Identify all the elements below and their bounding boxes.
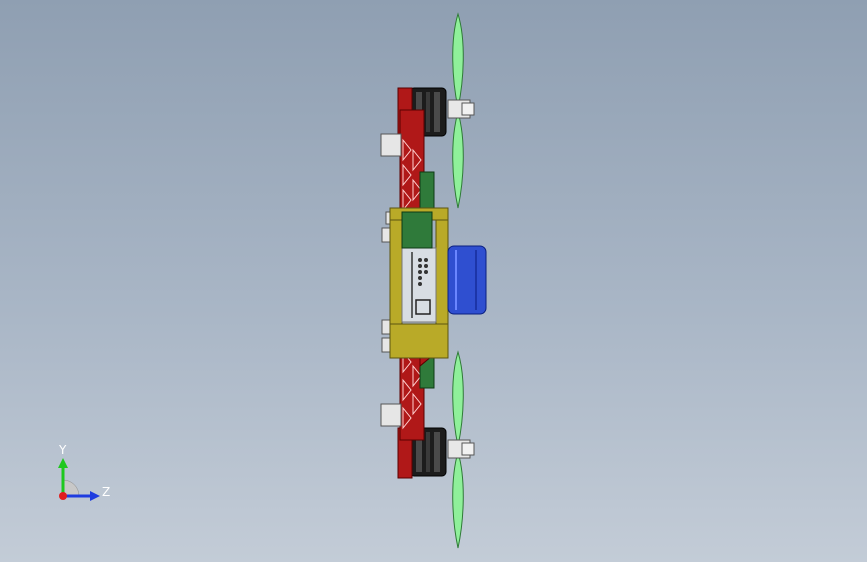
graphics-viewport[interactable]: Y Z xyxy=(0,0,867,562)
orientation-triad[interactable]: Y Z xyxy=(50,440,120,510)
lower-propeller[interactable] xyxy=(447,350,475,549)
axis-origin xyxy=(59,492,67,500)
y-axis-arrowhead xyxy=(58,458,68,468)
upper-esc-board xyxy=(419,171,435,209)
upper-propeller[interactable] xyxy=(447,12,475,209)
flight-controller-board xyxy=(401,211,433,249)
battery-pack[interactable] xyxy=(447,245,487,315)
y-axis-label: Y xyxy=(59,443,67,457)
center-stack-frame[interactable] xyxy=(389,207,449,359)
z-axis-label: Z xyxy=(102,485,111,499)
drone-assembly-model[interactable] xyxy=(0,0,867,562)
z-axis-arrowhead xyxy=(90,491,100,501)
